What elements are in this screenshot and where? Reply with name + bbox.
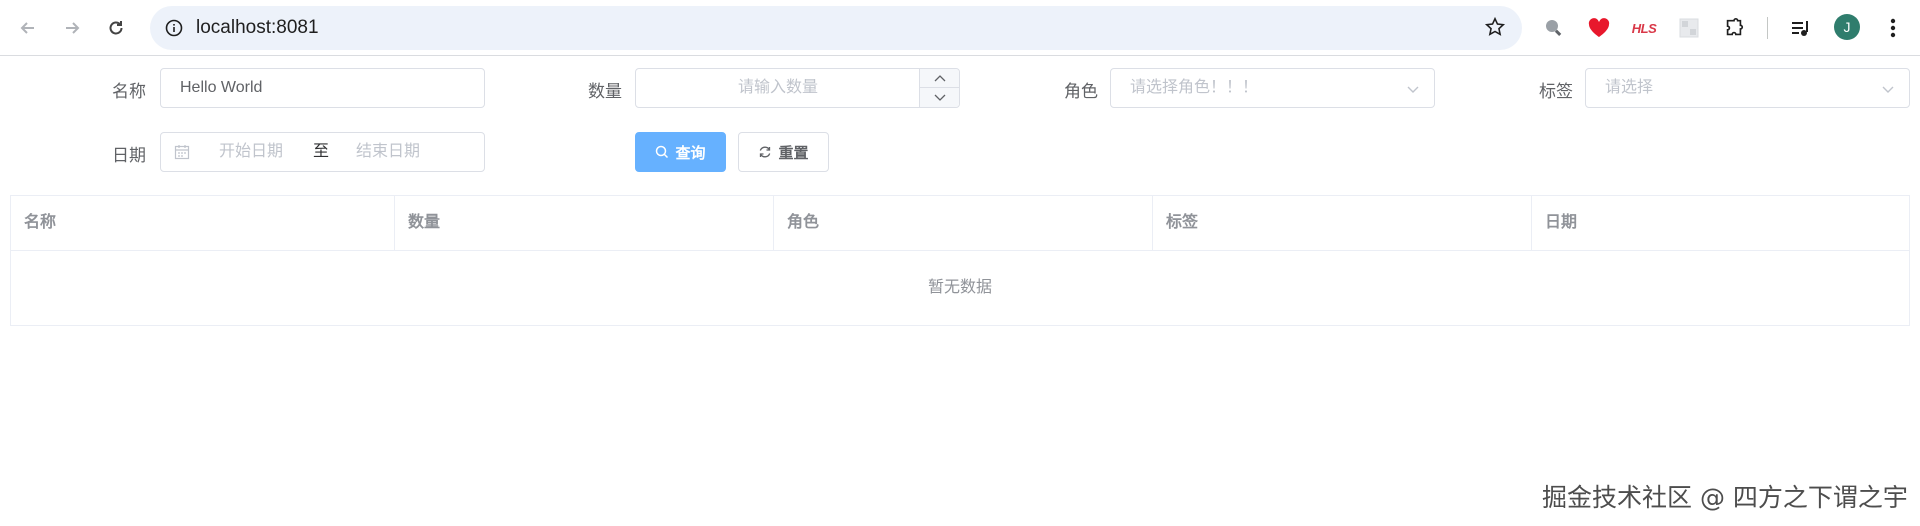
date-range-picker[interactable]: 开始日期 至 结束日期 — [160, 132, 485, 172]
quantity-placeholder: 请输入数量 — [737, 79, 818, 96]
profile-avatar[interactable]: J — [1834, 14, 1860, 40]
tag-select[interactable]: 请选择 — [1585, 68, 1910, 108]
chevron-down-icon — [1882, 86, 1894, 93]
column-header-quantity: 数量 — [395, 196, 774, 250]
role-placeholder: 请选择角色！！！ — [1130, 79, 1259, 96]
chevron-down-icon — [1407, 86, 1419, 93]
role-select[interactable]: 请选择角色！！！ — [1110, 68, 1435, 108]
column-header-name: 名称 — [11, 196, 395, 250]
search-icon — [656, 145, 669, 159]
date-start-input[interactable]: 开始日期 — [219, 133, 283, 171]
column-header-tag: 标签 — [1153, 196, 1532, 250]
table-header: 名称 数量 角色 标签 日期 — [11, 196, 1909, 251]
query-button[interactable]: 查询 — [635, 132, 726, 172]
name-input[interactable]: Hello World — [160, 68, 485, 108]
browser-toolbar: localhost:8081 HLS J — [0, 0, 1920, 56]
bookmark-star-icon[interactable] — [1484, 16, 1508, 40]
date-label: 日期 — [112, 146, 146, 165]
back-arrow-icon — [20, 22, 34, 34]
media-control-icon[interactable] — [1786, 13, 1816, 43]
browser-menu-icon[interactable] — [1878, 13, 1908, 43]
forward-arrow-icon — [66, 22, 80, 34]
watermark: 掘金技术社区 @ 四方之下谓之宇 — [1542, 483, 1908, 512]
chevron-down-icon — [934, 94, 945, 101]
toolbar-divider — [1767, 17, 1768, 39]
url-text[interactable]: localhost:8081 — [196, 6, 319, 50]
data-table: 名称 数量 角色 标签 日期 暂无数据 — [10, 195, 1910, 326]
decrease-button[interactable] — [920, 88, 959, 107]
forward-button[interactable] — [54, 10, 90, 46]
extensions-puzzle-icon[interactable] — [1719, 13, 1749, 43]
extension-grid-icon[interactable] — [1674, 13, 1704, 43]
tag-placeholder: 请选择 — [1605, 79, 1654, 96]
extension-heart-icon[interactable] — [1584, 13, 1614, 43]
reload-button[interactable] — [98, 10, 134, 46]
quantity-label: 数量 — [588, 82, 622, 101]
calendar-icon — [174, 145, 190, 160]
chevron-up-icon — [934, 75, 945, 82]
refresh-icon — [760, 146, 771, 158]
column-header-role: 角色 — [774, 196, 1153, 250]
tag-label: 标签 — [1539, 82, 1573, 101]
reset-button[interactable]: 重置 — [738, 132, 829, 172]
quantity-stepper-controls — [919, 69, 959, 107]
reload-icon — [109, 21, 123, 35]
table-empty-text: 暂无数据 — [927, 279, 992, 296]
site-info-icon[interactable] — [162, 16, 186, 40]
quantity-stepper[interactable]: 请输入数量 — [635, 68, 960, 108]
back-button[interactable] — [10, 10, 46, 46]
role-label: 角色 — [1064, 82, 1098, 101]
date-end-input[interactable]: 结束日期 — [356, 133, 420, 171]
extension-search-icon[interactable] — [1539, 13, 1569, 43]
extension-hls-icon[interactable]: HLS — [1629, 13, 1659, 43]
reset-button-label: 重置 — [778, 144, 809, 162]
query-button-label: 查询 — [675, 144, 706, 162]
increase-button[interactable] — [920, 69, 959, 88]
column-header-date: 日期 — [1545, 214, 1578, 231]
address-bar[interactable]: localhost:8081 — [150, 6, 1522, 50]
date-range-separator: 至 — [313, 143, 330, 160]
name-label: 名称 — [112, 82, 146, 101]
name-input-value: Hello World — [180, 79, 263, 96]
